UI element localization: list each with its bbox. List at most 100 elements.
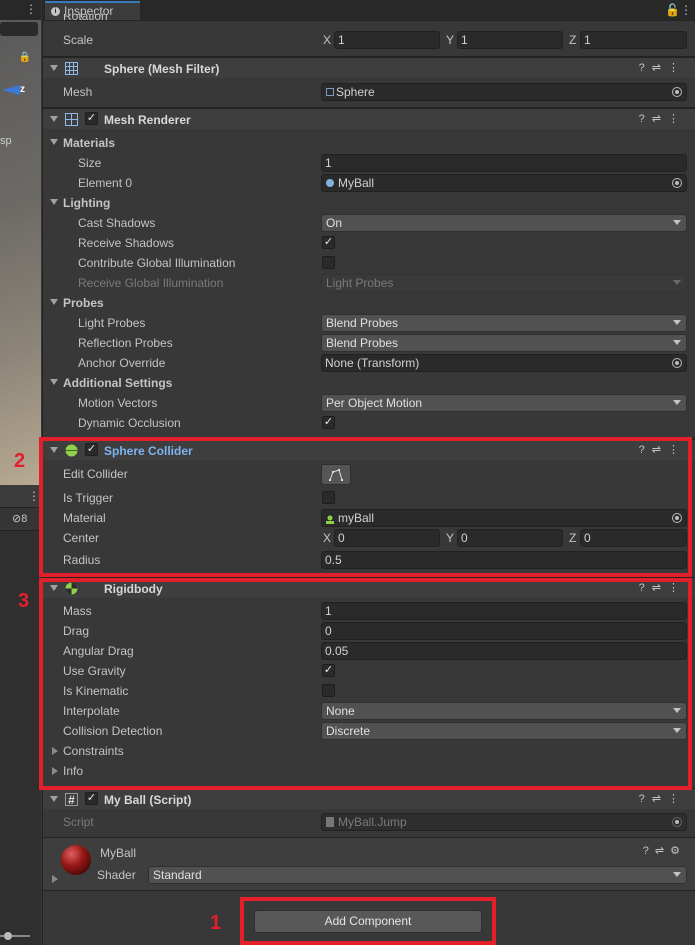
cast-shadows-value: On [326, 216, 343, 230]
reflection-probes-label: Reflection Probes [78, 336, 173, 350]
scene-search-field[interactable] [0, 22, 38, 36]
object-picker-icon[interactable] [672, 358, 682, 368]
settings-sliders-icon: ⇌ [654, 845, 671, 857]
lighting-label: Lighting [63, 196, 111, 210]
scale-y-field[interactable]: 1 [457, 31, 563, 49]
light-probes-dropdown[interactable]: Blend Probes [321, 314, 687, 332]
settings-sliders-icon: ⇌ [651, 113, 668, 125]
dropdown-arrow-icon [673, 280, 681, 285]
script-value: MyBall.Jump [338, 815, 407, 829]
mesh-renderer-foldout-icon[interactable] [50, 116, 58, 122]
additional-settings-foldout-icon[interactable] [50, 379, 58, 385]
settings-sliders-icon: ⇌ [651, 793, 668, 805]
size-label: Size [78, 156, 102, 170]
lighting-foldout[interactable]: Lighting [43, 193, 695, 213]
light-probes-value: Blend Probes [326, 316, 399, 330]
materials-foldout-icon[interactable] [50, 139, 58, 145]
shader-value: Standard [153, 868, 202, 882]
scale-z-field[interactable]: 1 [580, 31, 687, 49]
anchor-override-field[interactable]: None (Transform) [321, 354, 687, 372]
additional-settings-label: Additional Settings [63, 376, 173, 390]
cast-shadows-row: Cast Shadows On [43, 213, 695, 233]
materials-foldout[interactable]: Materials [43, 133, 695, 153]
lighting-foldout-icon[interactable] [50, 199, 58, 205]
hidden-objects-toggle[interactable]: ⊘8 [12, 512, 27, 525]
motion-vectors-row: Motion Vectors Per Object Motion [43, 393, 695, 413]
help-icon: ? [642, 845, 655, 857]
component-header-icons[interactable]: ?⇌⋮ [639, 61, 686, 74]
element0-field[interactable]: MyBall [321, 174, 687, 192]
component-menu-icon: ⋮ [668, 62, 686, 74]
probes-foldout[interactable]: Probes [43, 293, 695, 313]
object-picker-icon[interactable] [672, 87, 682, 97]
settings-sliders-icon: ⇌ [651, 62, 668, 74]
anchor-override-row: Anchor Override None (Transform) [43, 353, 695, 373]
hierarchy-panel [0, 487, 41, 945]
help-icon: ? [638, 113, 652, 125]
scene-menu-icon[interactable]: ⋮ [25, 2, 37, 16]
script-field: MyBall.Jump [321, 813, 687, 831]
dynamic-occlusion-checkbox[interactable]: ✓ [322, 416, 335, 429]
element0-row: Element 0 MyBall [43, 173, 695, 193]
component-header-icons[interactable]: ?⇌⋮ [639, 792, 686, 805]
additional-settings-foldout[interactable]: Additional Settings [43, 373, 695, 393]
separator [43, 890, 695, 891]
receive-gi-row: Receive Global Illumination Light Probes [43, 273, 695, 293]
reflection-probes-dropdown[interactable]: Blend Probes [321, 334, 687, 352]
gear-icon: ⚙ [670, 845, 686, 857]
scale-y-label: Y [446, 33, 455, 47]
material-foldout-icon[interactable] [52, 875, 58, 883]
material-header-icons[interactable]: ?⇌⚙ [643, 844, 686, 857]
my-ball-script-enabled-checkbox[interactable]: ✓ [85, 792, 98, 805]
anchor-override-value: None (Transform) [325, 356, 420, 370]
mesh-filter-header[interactable]: Sphere (Mesh Filter) ?⇌⋮ [43, 57, 695, 78]
mesh-filter-icon [65, 62, 78, 75]
mesh-field[interactable]: Sphere [321, 83, 687, 101]
scale-label: Scale [63, 33, 94, 47]
shader-dropdown[interactable]: Standard [148, 866, 687, 884]
contribute-gi-checkbox[interactable] [322, 256, 335, 269]
my-ball-script-foldout-icon[interactable] [50, 796, 58, 802]
mesh-value: Sphere [336, 85, 375, 99]
motion-vectors-dropdown[interactable]: Per Object Motion [321, 394, 687, 412]
element0-value: MyBall [338, 176, 375, 190]
script-row: Script MyBall.Jump [43, 812, 695, 832]
script-label: Script [63, 815, 94, 829]
component-menu-icon: ⋮ [668, 793, 686, 805]
cast-shadows-dropdown[interactable]: On [321, 214, 687, 232]
zoom-slider[interactable] [0, 930, 41, 942]
hidden-count: 8 [21, 513, 28, 525]
shader-label: Shader [97, 868, 136, 882]
receive-shadows-checkbox[interactable]: ✓ [322, 236, 335, 249]
help-icon: ? [638, 793, 652, 805]
mesh-renderer-icon [65, 113, 78, 126]
rotation-label: Rotation [63, 14, 108, 23]
annotation-box-2 [39, 437, 692, 577]
mesh-grid-icon [326, 88, 334, 96]
motion-vectors-label: Motion Vectors [78, 396, 158, 410]
materials-label: Materials [63, 136, 116, 150]
probes-foldout-icon[interactable] [50, 299, 58, 305]
mesh-filter-foldout-icon[interactable] [50, 65, 58, 71]
object-picker-icon[interactable] [672, 178, 682, 188]
mesh-renderer-enabled-checkbox[interactable]: ✓ [85, 112, 98, 125]
material-sphere-preview [61, 845, 91, 875]
dynamic-occlusion-row: Dynamic Occlusion ✓ [43, 413, 695, 433]
element0-label: Element 0 [78, 176, 133, 190]
reflection-probes-value: Blend Probes [326, 336, 399, 350]
mesh-renderer-header[interactable]: ✓ Mesh Renderer ?⇌⋮ [43, 108, 695, 129]
receive-gi-label: Receive Global Illumination [78, 276, 224, 290]
scale-x-field[interactable]: 1 [334, 31, 440, 49]
receive-gi-dropdown: Light Probes [321, 274, 687, 292]
material-name: MyBall [100, 846, 137, 860]
material-preview-section: MyBall Shader Standard ?⇌⚙ [43, 838, 695, 890]
axis-gizmo-label: z [20, 84, 25, 95]
dropdown-arrow-icon [673, 220, 681, 225]
contribute-gi-label: Contribute Global Illumination [78, 256, 236, 270]
size-field[interactable]: 1 [321, 154, 687, 172]
scale-x-label: X [323, 33, 332, 47]
component-header-icons[interactable]: ?⇌⋮ [639, 112, 686, 125]
scene-lock-icon[interactable]: 🔒 [19, 52, 31, 63]
component-menu-icon: ⋮ [668, 113, 686, 125]
my-ball-script-header[interactable]: # ✓ My Ball (Script) ?⇌⋮ [43, 788, 695, 809]
